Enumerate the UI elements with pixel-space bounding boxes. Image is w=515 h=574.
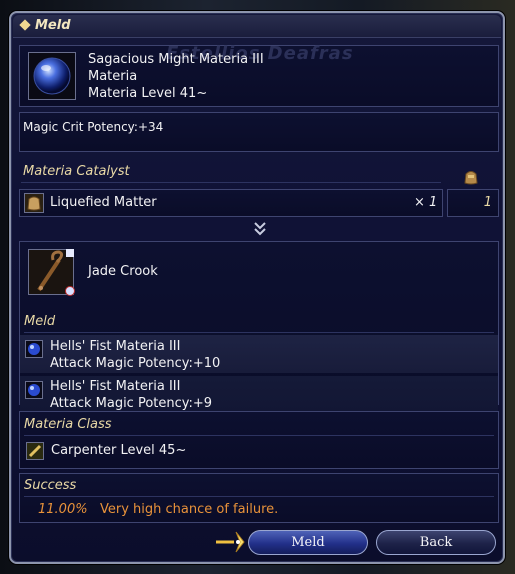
materia-name: Sagacious Might Materia III (88, 52, 264, 67)
materia-class-value: Carpenter Level 45~ (51, 443, 187, 458)
melded-materia-name: Hells' Fist Materia III (50, 379, 181, 394)
materia-orb-icon[interactable] (28, 52, 76, 100)
catalyst-heading: Materia Catalyst (23, 164, 130, 179)
catalyst-item-name: Liquefied Matter (50, 195, 157, 210)
catalyst-divider (21, 182, 441, 183)
materia-effect-panel: Magic Crit Potency:+34 (19, 112, 499, 152)
catalyst-quantity: × 1 (414, 195, 438, 210)
meld-divider (24, 332, 494, 333)
meld-button[interactable]: Meld (248, 530, 368, 555)
melded-materia-effect: Attack Magic Potency:+9 (50, 396, 213, 411)
melded-materia-row-1[interactable]: Hells' Fist Materia III Attack Magic Pot… (20, 335, 498, 373)
materia-class-divider (24, 435, 494, 436)
materia-effect: Magic Crit Potency:+34 (23, 120, 164, 134)
materia-class-panel: Materia Class Carpenter Level 45~ (19, 411, 499, 469)
double-chevron-down-icon (253, 221, 267, 237)
carpenter-class-icon (26, 442, 44, 460)
materia-info-panel: Estellios Deafras Sagacious Might Materi… (19, 43, 499, 107)
target-item-panel: Jade Crook Meld Hells' Fist Materia III … (19, 241, 499, 414)
item-corner-badge-icon (66, 249, 74, 257)
success-rate: 11.00% (38, 502, 88, 517)
target-item-name: Jade Crook (88, 264, 158, 279)
back-button[interactable]: Back (376, 530, 496, 555)
item-status-dot-icon (65, 286, 75, 296)
materia-class-heading: Materia Class (24, 417, 112, 432)
jade-crook-icon[interactable] (28, 249, 75, 296)
melded-materia-icon (25, 340, 43, 358)
success-heading: Success (24, 478, 77, 493)
title-diamond-icon (19, 19, 31, 31)
materia-type: Materia (88, 69, 138, 84)
melded-materia-row-2[interactable]: Hells' Fist Materia III Attack Magic Pot… (20, 376, 498, 414)
melded-materia-icon (25, 381, 43, 399)
catalyst-item-row[interactable]: Liquefied Matter × 1 (19, 189, 443, 217)
success-panel: Success 11.00% Very high chance of failu… (19, 473, 499, 523)
window-title: Meld (35, 18, 71, 33)
catalyst-item-icon (24, 193, 44, 213)
meld-window: Meld Estellios Deafras Sagacious Might M… (9, 11, 505, 564)
meld-heading: Meld (24, 314, 56, 329)
success-divider (24, 496, 494, 497)
melded-materia-name: Hells' Fist Materia III (50, 339, 181, 354)
melded-materia-effect: Attack Magic Potency:+10 (50, 356, 221, 371)
catalyst-owned-count: 1 (483, 195, 492, 210)
cursor-sparkle-icon (214, 530, 248, 554)
window-titlebar[interactable]: Meld (13, 15, 501, 38)
materia-level: Materia Level 41~ (88, 86, 208, 101)
catalyst-owned-box: 1 (447, 189, 499, 217)
inventory-bag-icon (462, 168, 480, 186)
success-message: Very high chance of failure. (100, 502, 279, 517)
